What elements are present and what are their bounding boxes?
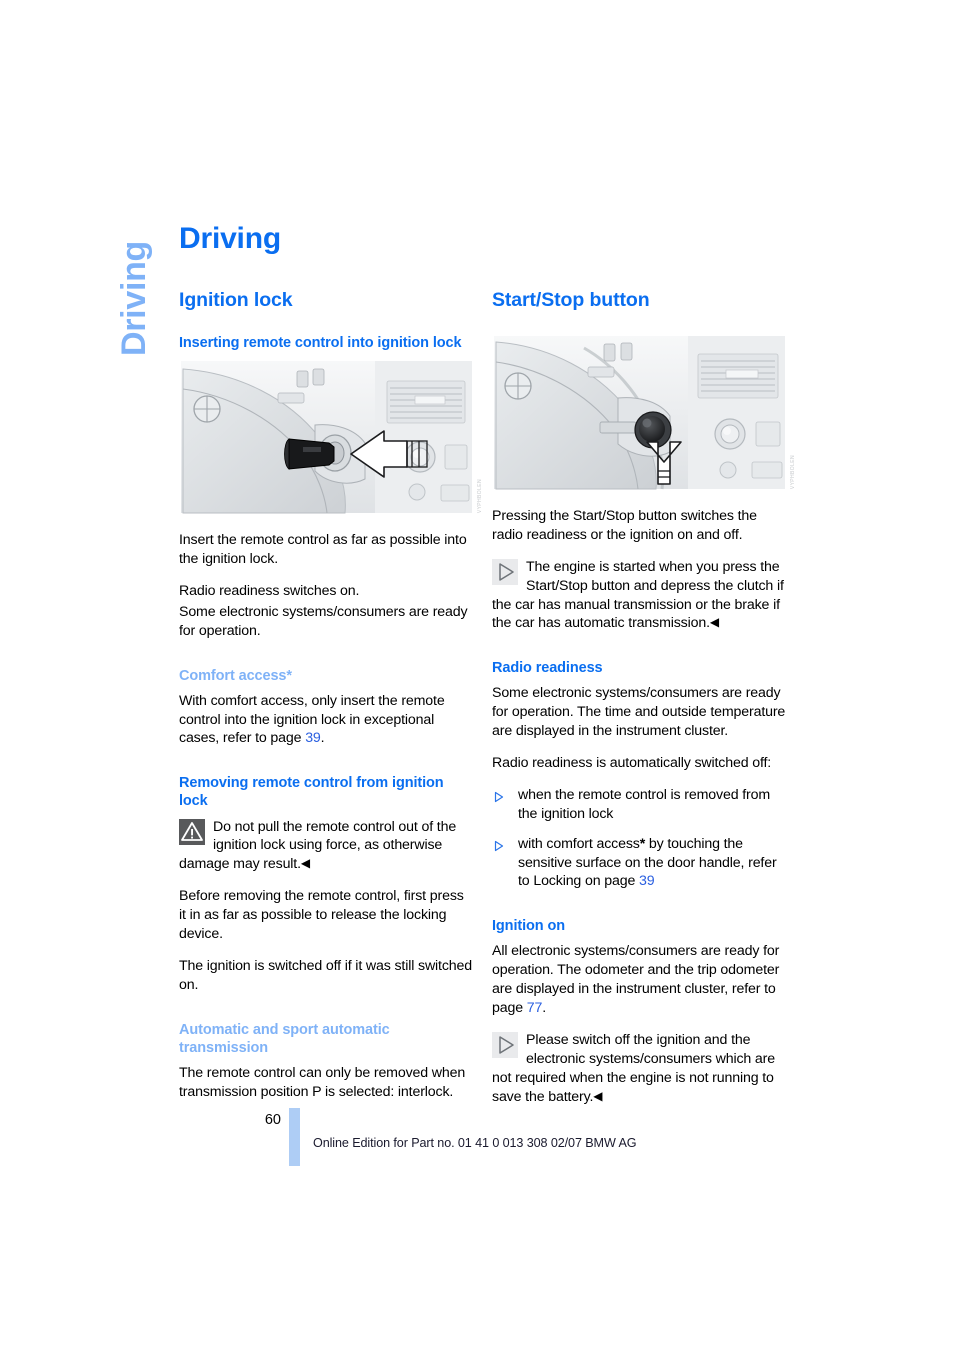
warning-triangle-icon (179, 818, 205, 845)
note-text-save-battery: Please switch off the ignition and the e… (492, 1031, 775, 1105)
figure-reference-code: VYPHBOLEN (477, 478, 483, 514)
paragraph-before-removing: Before removing the remote control, firs… (179, 888, 464, 942)
subtitle-inserting-remote-control: Inserting remote control into ignition l… (179, 335, 462, 351)
paragraph-comfort-access: With comfort access, only insert the rem… (179, 692, 474, 749)
subtitle-comfort-access: Comfort access* (179, 667, 292, 684)
chapter-tab-driving: Driving (115, 240, 153, 356)
right-column: Start/Stop button VYPHBOLEN Pressing the… (492, 289, 796, 1119)
note-triangle-icon (492, 1031, 518, 1058)
page-reference-77[interactable]: 77 (527, 1000, 543, 1016)
paragraph-ignition-on: All electronic systems/consumers are rea… (492, 942, 787, 1018)
paragraph-ignition-switched-off: The ignition is switched off if it was s… (179, 957, 473, 993)
figure-reference-code: VYPHBOLEN (790, 454, 796, 489)
figure-inserting-remote-control: VYPHBOLEN (179, 359, 483, 516)
illustration-start-stop-button (492, 334, 787, 491)
subtitle-removing-remote-control: Removing remote control from ignition lo… (179, 775, 444, 810)
manual-page: Driving Driving Ignition lock Inserting … (0, 0, 954, 1351)
page-title: Driving (179, 222, 281, 255)
paragraph-automatic-transmission: The remote control can only be removed w… (179, 1064, 466, 1100)
subtitle-ignition-on: Ignition on (492, 918, 565, 935)
list-item: when the remote control is removed from … (492, 786, 787, 824)
paragraph-radio-auto-off: Radio readiness is automatically switche… (492, 755, 772, 771)
warning-callout: Do not pull the remote control out of th… (179, 818, 474, 875)
ignition-on-period: . (542, 1000, 547, 1016)
page-reference-39[interactable]: 39 (639, 873, 655, 889)
list-item: with comfort access* by touching the sen… (492, 835, 787, 892)
paragraph-radio-readiness-on: Radio readiness switches on. (179, 582, 360, 599)
paragraph-insert-remote: Insert the remote control as far as poss… (179, 532, 467, 567)
left-column: Ignition lock Inserting remote control i… (179, 289, 483, 1115)
paragraph-pressing-start-stop: Pressing the Start/Stop button switches … (492, 508, 757, 543)
page-number: 60 (264, 1112, 281, 1128)
note-end-mark: ◀ (709, 615, 719, 630)
paragraph-electronic-systems-ready: Some electronic systems/consumers are re… (179, 603, 468, 639)
bullet-list-radio-off-conditions: when the remote control is removed from … (492, 786, 787, 891)
warning-end-mark: ◀ (300, 856, 310, 871)
note-text-engine-start: The engine is started when you press the… (492, 558, 784, 632)
section-title-ignition-lock: Ignition lock (179, 289, 293, 311)
bullet-triangle-icon (494, 790, 504, 802)
bullet-triangle-icon (494, 839, 504, 851)
page-reference-39[interactable]: 39 (305, 730, 321, 746)
subtitle-automatic-transmission: Automatic and sport automatic transmissi… (179, 1021, 390, 1056)
section-title-start-stop-button: Start/Stop button (492, 289, 650, 311)
bullet-text-remote-removed: when the remote control is removed from … (518, 786, 770, 822)
note-callout-engine-start: The engine is started when you press the… (492, 558, 787, 634)
subtitle-radio-readiness: Radio readiness (492, 660, 603, 677)
bullet-text-comfort-access-pre: with comfort access (518, 835, 640, 852)
warning-text: Do not pull the remote control out of th… (179, 818, 457, 873)
paragraph-radio-systems-ready: Some electronic systems/consumers are re… (492, 685, 786, 740)
note-callout-save-battery: Please switch off the ignition and the e… (492, 1031, 787, 1107)
footer-blue-bar (289, 1108, 300, 1166)
page-footer: 60 Online Edition for Part no. 01 41 0 0… (179, 1108, 799, 1168)
illustration-ignition-lock (179, 359, 474, 516)
note-triangle-icon (492, 558, 518, 585)
footer-edition-text: Online Edition for Part no. 01 41 0 013 … (313, 1136, 637, 1150)
comfort-access-period: . (320, 730, 325, 747)
figure-start-stop-button: VYPHBOLEN (492, 334, 796, 491)
note-end-mark: ◀ (593, 1088, 603, 1103)
